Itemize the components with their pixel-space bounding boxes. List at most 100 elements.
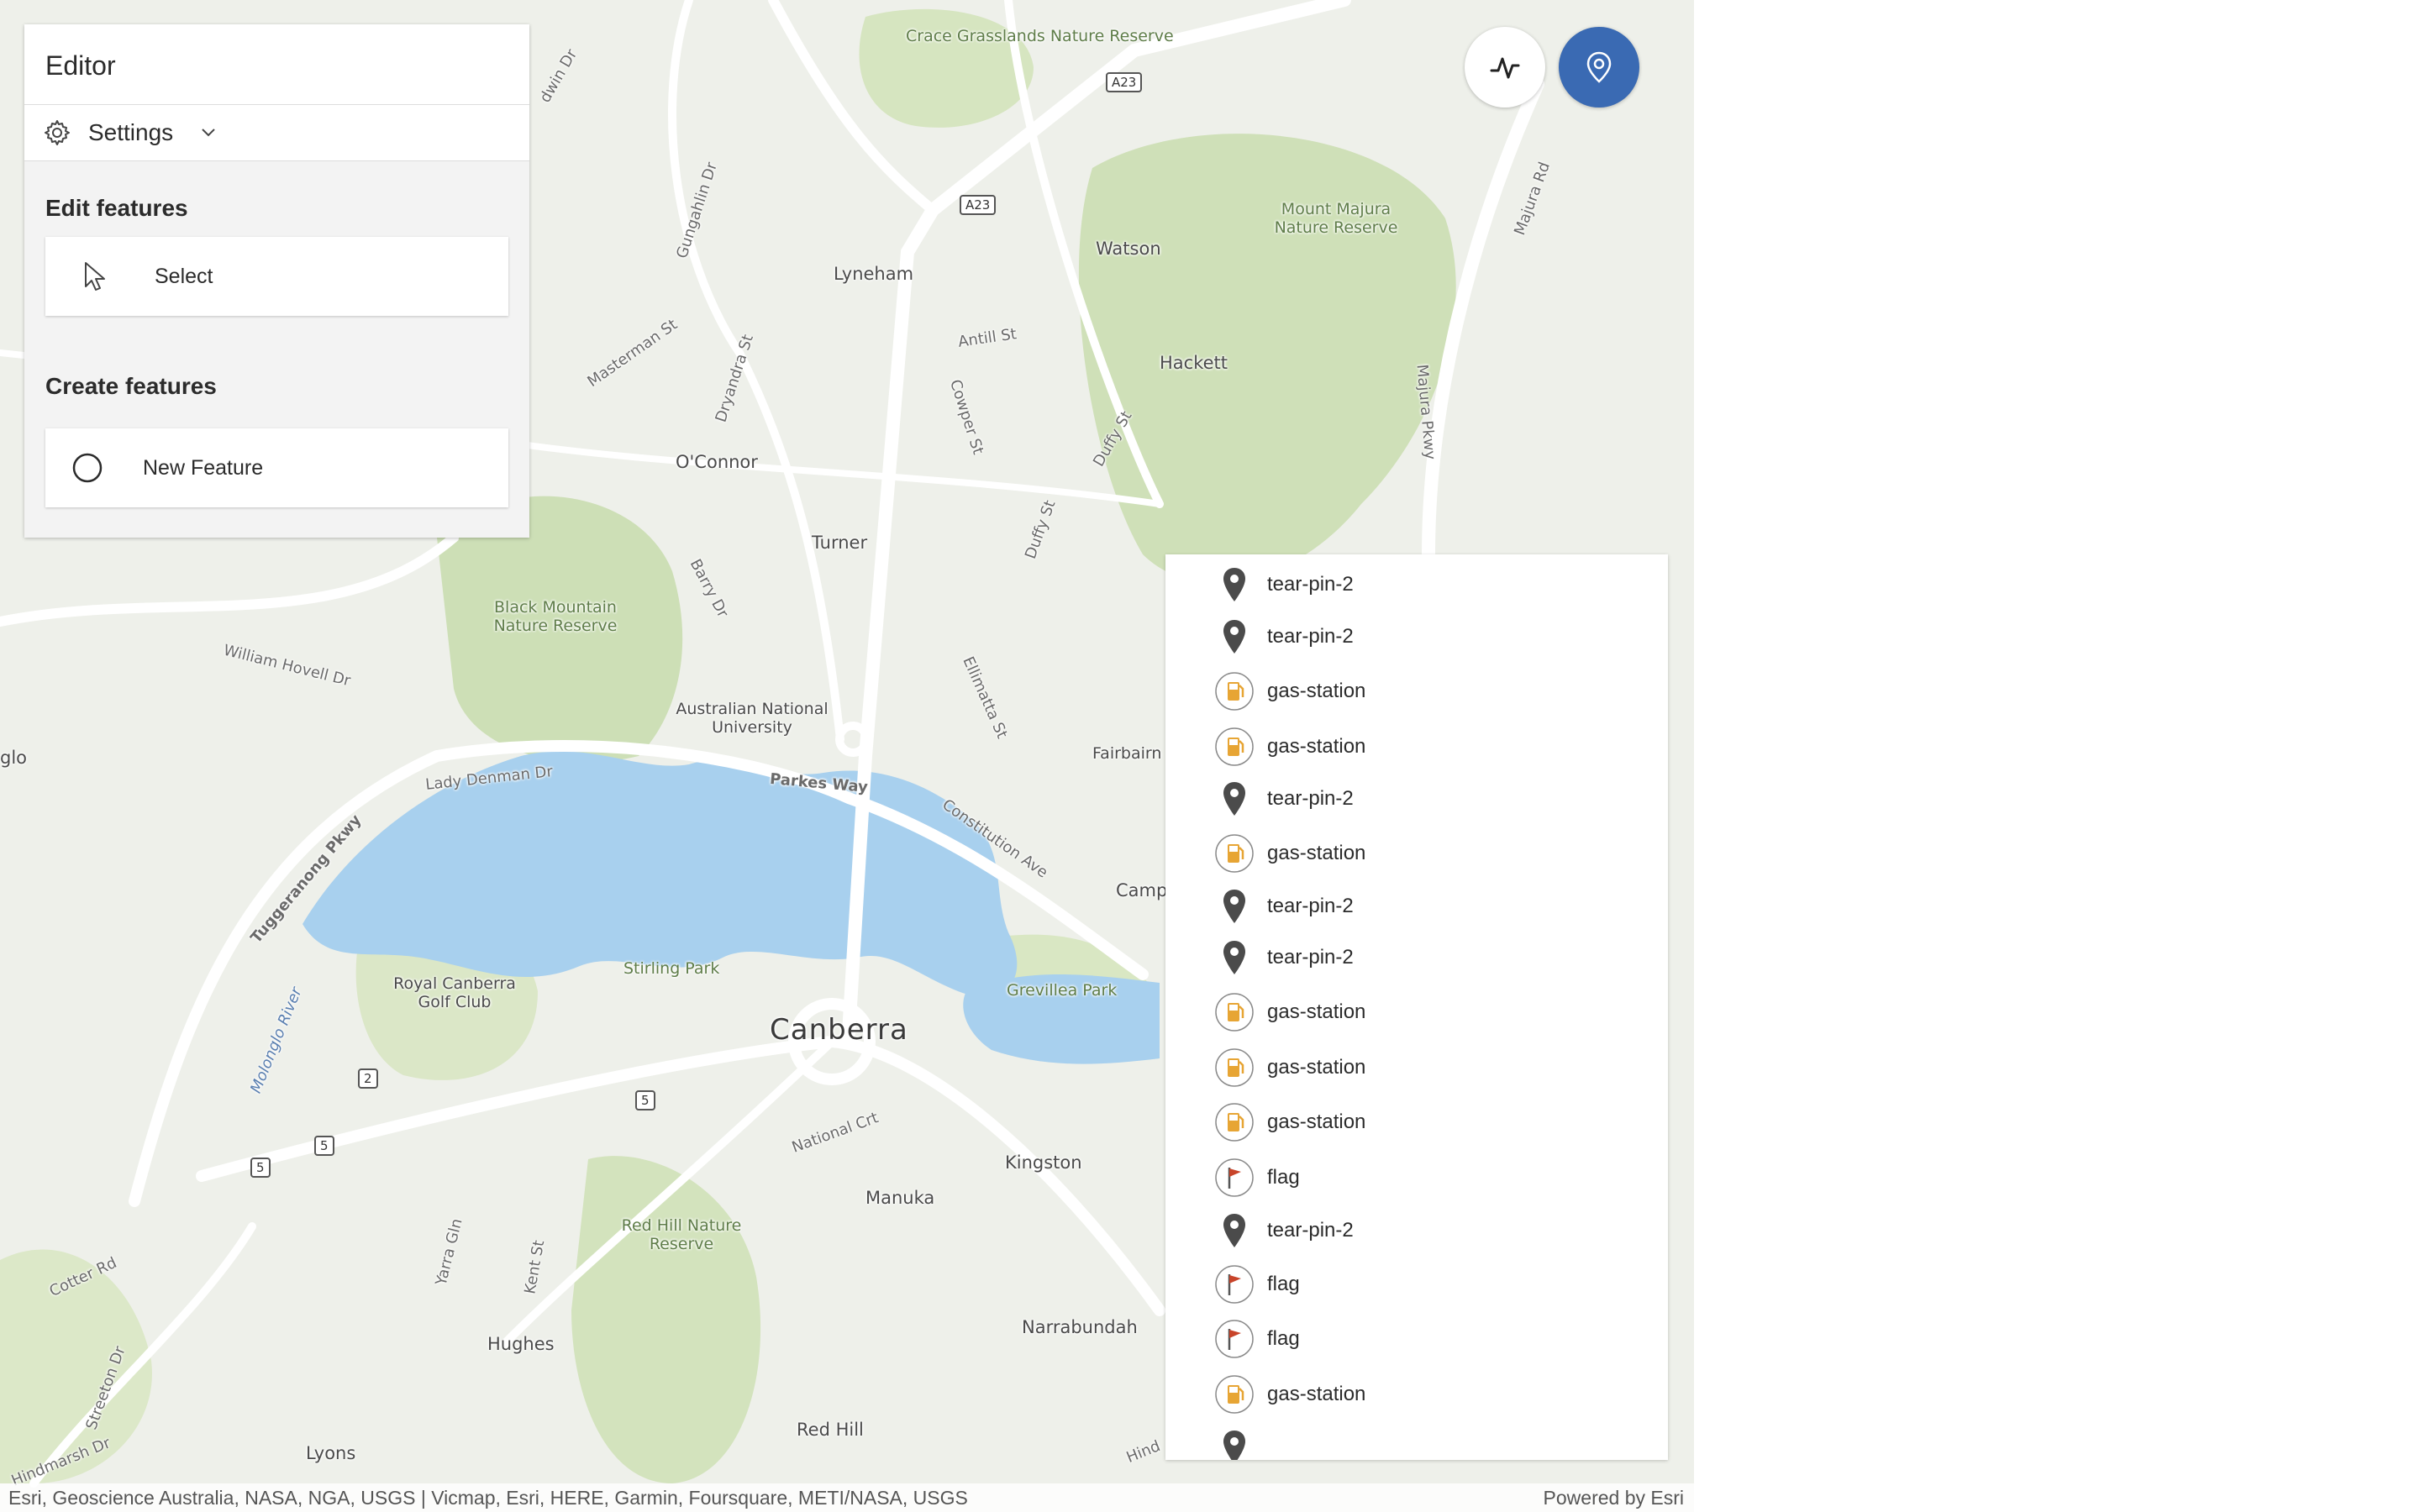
feature-list-item[interactable]: flag (1165, 1313, 1668, 1365)
map-label-red-hill-reserve: Red Hill Nature Reserve (621, 1216, 742, 1253)
map-label-royal-canberra: Royal Canberra Golf Club (393, 974, 516, 1011)
feature-list-item[interactable]: gas-station (1165, 986, 1668, 1038)
map-label-hughes: Hughes (487, 1334, 555, 1354)
gas-station-icon (1213, 990, 1256, 1034)
feature-label: gas-station (1267, 1110, 1366, 1133)
feature-list-item[interactable]: gas-station (1165, 665, 1668, 717)
feature-label: gas-station (1267, 842, 1366, 864)
map-attribution: Esri, Geoscience Australia, NASA, NGA, U… (0, 1483, 1694, 1512)
new-feature-button[interactable]: New Feature (45, 428, 508, 507)
feature-list: tear-pin-2 tear-pin-2 gas-station gas-stati… (1165, 554, 1668, 1460)
map-label-fairbairn: Fairbairn (1092, 744, 1162, 763)
tear-pin-icon (1213, 1425, 1256, 1460)
map-label-stirling: Stirling Park (623, 959, 720, 978)
feature-label: gas-station (1267, 1056, 1366, 1079)
gas-station-icon (1213, 1046, 1256, 1089)
flag-icon (1213, 1317, 1256, 1361)
locate-button[interactable] (1559, 27, 1639, 108)
route-shield-2: 2 (358, 1068, 378, 1089)
trace-button[interactable] (1465, 27, 1545, 108)
gas-station-icon (1213, 1373, 1256, 1416)
map-label-manuka: Manuka (865, 1188, 935, 1208)
feature-list-item[interactable]: gas-station (1165, 721, 1668, 773)
tear-pin-icon (1213, 563, 1256, 606)
feature-label: tear-pin-2 (1267, 625, 1354, 648)
map-label-glo: glo (0, 748, 28, 768)
powered-by-esri[interactable]: Powered by Esri (1544, 1487, 1684, 1509)
select-label: Select (155, 264, 213, 288)
route-shield-5: 5 (314, 1136, 334, 1156)
map-label-anu: Australian National University (676, 700, 829, 737)
map-label-red-hill: Red Hill (797, 1420, 864, 1440)
pulse-icon (1490, 57, 1520, 79)
feature-list-item[interactable]: tear-pin-2 (1165, 773, 1668, 825)
feature-list-item[interactable]: tear-pin-2 (1165, 611, 1668, 663)
new-feature-label: New Feature (143, 455, 264, 480)
map-label-turner: Turner (812, 533, 868, 553)
map-label-crace: Crace Grasslands Nature Reserve (906, 27, 1174, 45)
settings-label: Settings (88, 119, 174, 145)
cursor-icon (85, 262, 105, 291)
flag-icon (1213, 1156, 1256, 1200)
tear-pin-icon (1213, 615, 1256, 659)
feature-label: tear-pin-2 (1267, 895, 1354, 917)
route-shield-a23: A23 (960, 195, 997, 215)
edit-features-heading: Edit features (45, 195, 188, 221)
feature-list-item[interactable]: tear-pin-2 (1165, 880, 1668, 932)
map-pin-icon (1586, 51, 1612, 83)
feature-list-item[interactable]: gas-station (1165, 827, 1668, 879)
tear-pin-icon (1213, 885, 1256, 928)
select-button[interactable]: Select (45, 237, 508, 316)
gas-station-icon (1213, 1100, 1256, 1144)
feature-list-item[interactable]: gas-station (1165, 1042, 1668, 1094)
feature-label: gas-station (1267, 1383, 1366, 1405)
create-features-heading: Create features (45, 373, 217, 399)
map-label-lyneham: Lyneham (834, 264, 914, 284)
chevron-down-icon (202, 129, 215, 137)
feature-list-item[interactable] (1165, 1421, 1668, 1460)
feature-label: tear-pin-2 (1267, 573, 1354, 596)
map-label-campbell: Camp (1116, 880, 1168, 900)
feature-list-item[interactable]: gas-station (1165, 1096, 1668, 1148)
circle-icon (72, 453, 103, 483)
feature-label: flag (1267, 1166, 1300, 1189)
attribution-text: Esri, Geoscience Australia, NASA, NGA, U… (8, 1487, 968, 1509)
feature-list-item[interactable]: flag (1165, 1152, 1668, 1204)
flag-icon (1213, 1263, 1256, 1306)
tear-pin-icon (1213, 936, 1256, 979)
map-label-oconnor: O'Connor (676, 452, 758, 472)
feature-label: gas-station (1267, 680, 1366, 702)
route-shield-a23: A23 (1106, 72, 1143, 92)
feature-list-item[interactable]: tear-pin-2 (1165, 932, 1668, 984)
gas-station-icon (1213, 725, 1256, 769)
feature-list-item[interactable]: flag (1165, 1258, 1668, 1310)
editor-panel: Editor Settings Edit features Select Cre… (24, 24, 529, 538)
feature-label: gas-station (1267, 1000, 1366, 1023)
feature-label: flag (1267, 1327, 1300, 1350)
feature-list-item[interactable]: tear-pin-2 (1165, 1205, 1668, 1257)
map-label-black-mountain: Black Mountain Nature Reserve (493, 598, 618, 635)
tear-pin-icon (1213, 777, 1256, 821)
map-label-watson: Watson (1096, 239, 1161, 259)
feature-label: gas-station (1267, 735, 1366, 758)
map-label-hackett: Hackett (1160, 353, 1228, 373)
map-label-grevillea: Grevillea Park (1007, 981, 1118, 1000)
editor-title: Editor (24, 24, 529, 105)
feature-list-item[interactable]: gas-station (1165, 1368, 1668, 1420)
map-label-kingston: Kingston (1005, 1152, 1082, 1173)
feature-label: tear-pin-2 (1267, 1219, 1354, 1242)
route-shield-5: 5 (635, 1090, 655, 1110)
gear-icon (45, 120, 70, 145)
feature-label: tear-pin-2 (1267, 946, 1354, 969)
route-shield-5: 5 (250, 1158, 271, 1178)
map-label-narrabundah: Narrabundah (1022, 1317, 1138, 1337)
gas-station-icon (1213, 669, 1256, 713)
feature-list-item[interactable]: tear-pin-2 (1165, 559, 1668, 611)
feature-label: tear-pin-2 (1267, 787, 1354, 810)
settings-toggle[interactable]: Settings (24, 105, 529, 161)
map-label-majura: Mount Majura Nature Reserve (1274, 200, 1398, 237)
map-label-canberra: Canberra (770, 1013, 908, 1047)
map-label-lyons: Lyons (306, 1443, 356, 1463)
feature-label: flag (1267, 1273, 1300, 1295)
tear-pin-icon (1213, 1209, 1256, 1252)
